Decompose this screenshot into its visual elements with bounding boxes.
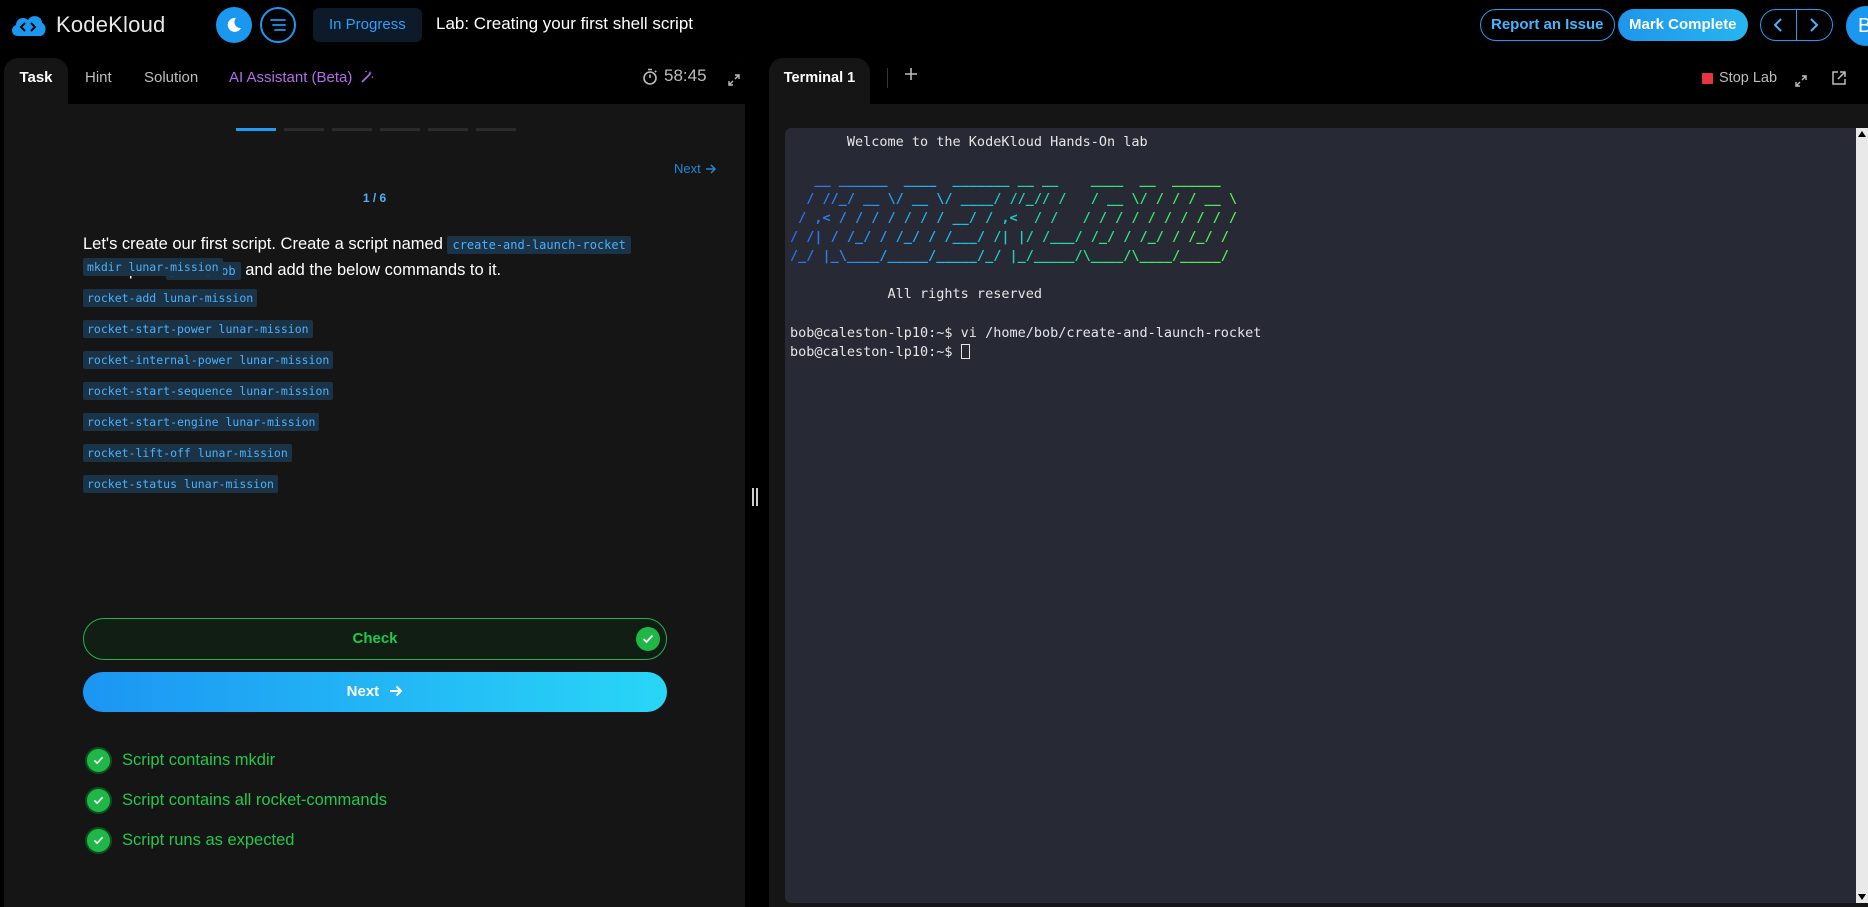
progress-segment [428,128,468,131]
chevron-right-icon [1810,18,1819,32]
top-bar: KodeKloud In Progress Lab: Creating your… [0,0,1868,50]
check-icon [636,627,660,651]
check-circle-icon [85,826,112,854]
command-code: rocket-start-sequence lunar-mission [83,382,334,400]
terminal-cursor [960,344,970,359]
check-circle-icon [85,746,112,774]
result-item: Script contains mkdir [85,746,275,774]
moon-icon [227,17,241,32]
stop-icon [1702,72,1713,84]
terminal-prompt: bob@caleston-lp10:~$ [790,344,961,360]
result-label: Script contains mkdir [122,750,276,769]
ascii-art-line: __ ______ ____ _______ __ __ ____ __ ___… [790,172,1221,188]
avatar[interactable]: B [1846,6,1868,46]
mark-complete-button[interactable]: Mark Complete [1618,9,1748,41]
tab-task[interactable]: Task [4,58,68,104]
theme-toggle-button[interactable] [216,7,252,43]
check-button[interactable]: Check [83,618,667,660]
ascii-art-line: / ,< / / / / / / / __/ / ,< / / / / / / … [790,210,1238,226]
next-button[interactable]: Next [83,672,667,712]
command-code: rocket-start-engine lunar-mission [83,413,320,431]
chevron-left-icon [1773,18,1782,32]
next-step-link-label: Next [674,161,701,176]
next-step-link[interactable]: Next [674,161,717,176]
progress-segment [476,128,516,131]
terminal-rights: All rights reserved [790,286,1042,302]
next-button-label: Next [346,683,380,700]
arrow-right-icon [390,685,403,697]
expand-icon[interactable] [1795,75,1807,87]
task-tabs: Task Hint Solution AI Assistant (Beta) 5… [4,58,745,104]
terminal-welcome: Welcome to the KodeKloud Hands-On lab [790,134,1148,150]
command-code: mkdir lunar-mission [83,258,223,276]
check-button-label: Check [352,630,398,647]
task-panel: Task Hint Solution AI Assistant (Beta) 5… [4,58,745,907]
lab-timer: 58:45 [642,66,707,86]
next-lab-button[interactable] [1797,10,1833,40]
command-code: rocket-status lunar-mission [83,475,278,493]
progress-segment [380,128,420,131]
stop-lab-label: Stop Lab [1719,70,1778,86]
timer-value: 58:45 [664,66,707,85]
tab-solution[interactable]: Solution [144,58,198,104]
tab-terminal-1[interactable]: Terminal 1 [769,58,870,104]
menu-lines-icon [270,19,286,31]
step-counter: 1 / 6 [362,191,387,205]
kodekloud-cloud-icon [12,16,46,36]
stop-lab-button[interactable]: Stop Lab [1702,70,1777,86]
task-text-part: Let's create our first script. Create a … [83,235,443,253]
tab-separator [887,68,888,88]
progress-segment [236,128,276,131]
result-item: Script contains all rocket-commands [85,786,387,814]
script-name-code: create-and-launch-rocket [447,236,631,254]
terminal-command-line: bob@caleston-lp10:~$ vi /home/bob/create… [790,325,1262,341]
result-label: Script contains all rocket-commands [122,790,388,809]
command-code: rocket-start-power lunar-mission [83,320,313,338]
previous-lab-button[interactable] [1761,10,1797,40]
terminal-screen[interactable]: Welcome to the KodeKloud Hands-On lab __… [785,128,1868,903]
arrow-right-icon [705,163,716,174]
terminal-prompt-line: bob@caleston-lp10:~$ [790,343,970,362]
report-issue-button[interactable]: Report an Issue [1480,9,1615,41]
logo[interactable]: KodeKloud [8,10,165,40]
tab-ai-assistant-label: AI Assistant (Beta) [229,69,353,86]
progress-segment [284,128,324,131]
terminal-scrollbar[interactable] [1856,128,1868,903]
command-code: rocket-add lunar-mission [83,289,258,307]
scroll-down-arrow-icon[interactable] [1858,894,1866,900]
external-link-icon[interactable] [1831,70,1847,86]
ascii-art-line: / /| / /_/ / /_/ / /___/ /| |/ /___/ /_/… [790,229,1229,245]
terminal-header: Terminal 1 Stop Lab [767,58,1868,104]
command-code: rocket-internal-power lunar-mission [83,351,334,369]
plus-icon[interactable] [904,67,918,81]
page-title: Lab: Creating your first shell script [436,14,693,33]
ascii-art-line: / //_/ __ \/ __ \/ ____/ //_// / / __ \/… [790,191,1238,207]
result-item: Script runs as expected [85,826,294,854]
expand-icon[interactable] [728,74,740,86]
lab-navigation [1760,9,1833,41]
magic-wand-icon [360,70,373,83]
progress-segment [332,128,372,131]
result-label: Script runs as expected [122,830,295,849]
scroll-up-arrow-icon[interactable] [1858,131,1866,137]
ascii-art-line: /_/ |_\____/_____/_____/_/ |_/_____/\___… [790,248,1229,264]
tab-hint[interactable]: Hint [85,58,112,104]
panel-resize-handle[interactable] [752,488,760,506]
tab-ai-assistant[interactable]: AI Assistant (Beta) [229,58,374,104]
stopwatch-icon [643,68,657,85]
check-circle-icon [85,786,112,814]
task-text-part: and add the below commands to it. [245,261,502,279]
task-list-button[interactable] [260,7,296,43]
command-code: rocket-lift-off lunar-mission [83,444,292,462]
brand-name: KodeKloud [56,12,166,37]
status-badge: In Progress [313,8,422,42]
